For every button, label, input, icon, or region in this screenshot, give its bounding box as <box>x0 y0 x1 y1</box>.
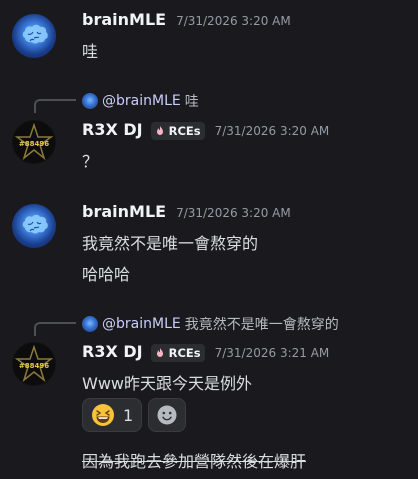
username[interactable]: R3X DJ <box>82 342 143 361</box>
username[interactable]: brainMLE <box>82 10 166 29</box>
message-header: R3X DJ RCEs 7/31/2026 3:21 AM <box>82 342 330 362</box>
message-text: 哇 <box>82 42 99 61</box>
timestamp[interactable]: 7/31/2026 3:21 AM <box>215 346 330 360</box>
timestamp[interactable]: 7/31/2026 3:20 AM <box>215 124 330 138</box>
fire-icon <box>156 348 163 357</box>
brain-icon <box>22 214 48 234</box>
message-header: brainMLE 7/31/2026 3:20 AM <box>82 10 291 29</box>
role-badge[interactable]: RCEs <box>150 344 205 362</box>
reply-mention[interactable]: @brainMLE <box>102 316 181 332</box>
fire-icon <box>156 126 163 135</box>
reply-preview[interactable]: @brainMLE 哇 <box>82 91 199 111</box>
username[interactable]: brainMLE <box>82 202 166 221</box>
svg-text:#88496: #88496 <box>19 140 49 148</box>
reply-mention[interactable]: @brainMLE <box>102 93 181 109</box>
reaction-count: 1 <box>123 405 134 425</box>
message-text: 哈哈哈 <box>82 265 131 284</box>
message-text: Www昨天跟今天是例外 <box>82 374 252 393</box>
badge-label: RCEs <box>168 124 201 138</box>
reply-avatar <box>82 93 98 109</box>
message-header: R3X DJ RCEs 7/31/2026 3:20 AM <box>82 120 330 140</box>
user-avatar-brainmle[interactable] <box>12 204 56 248</box>
svg-text:#88496: #88496 <box>19 362 49 370</box>
reply-connector <box>34 99 76 113</box>
gold-star-emblem-icon: #88496 <box>13 343 55 385</box>
reply-connector <box>34 322 76 336</box>
reactions-bar: 1 <box>82 398 187 432</box>
gold-star-emblem-icon: #88496 <box>13 121 55 163</box>
timestamp[interactable]: 7/31/2026 3:20 AM <box>176 14 291 28</box>
strikethrough-message-text: 因為我跑去參加營隊然後在爆肝 <box>82 452 307 471</box>
reply-text: 我竟然不是唯一會熬穿的 <box>184 317 339 333</box>
user-avatar-r3x[interactable]: #88496 <box>12 120 56 164</box>
reply-preview[interactable]: @brainMLE 我竟然不是唯一會熬穿的 <box>82 314 339 334</box>
message-text: 我竟然不是唯一會熬穿的 <box>82 234 259 253</box>
badge-label: RCEs <box>168 346 201 360</box>
username[interactable]: R3X DJ <box>82 120 143 139</box>
reply-text: 哇 <box>184 94 199 110</box>
role-badge[interactable]: RCEs <box>150 122 205 140</box>
timestamp[interactable]: 7/31/2026 3:20 AM <box>176 206 291 220</box>
grinning-squint-emoji-icon <box>92 404 114 426</box>
message-text: ？ <box>82 152 99 171</box>
user-avatar-brainmle[interactable] <box>12 14 56 58</box>
reply-avatar <box>82 316 98 332</box>
brain-icon <box>22 24 48 44</box>
add-reaction-button[interactable] <box>148 398 187 432</box>
message-header: brainMLE 7/31/2026 3:20 AM <box>82 202 291 221</box>
reaction-grinning-squint[interactable]: 1 <box>82 398 143 432</box>
user-avatar-r3x[interactable]: #88496 <box>12 342 56 386</box>
add-reaction-smiley-icon <box>157 405 177 425</box>
